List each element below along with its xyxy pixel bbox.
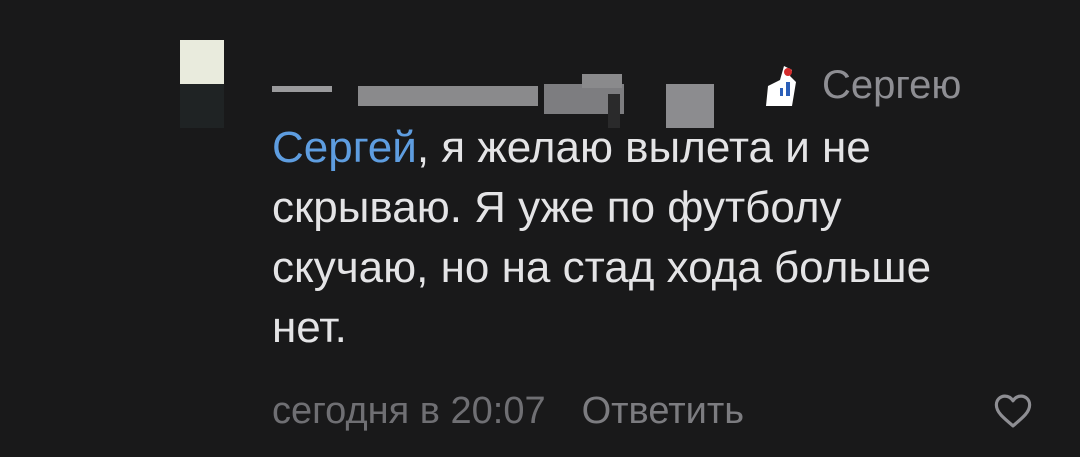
avatar-top-redacted (180, 40, 224, 84)
avatar-bottom-redacted (180, 84, 224, 128)
team-emblem-icon (762, 62, 808, 108)
reply-to-name: Сергею (822, 63, 962, 107)
reply-to-indicator[interactable]: Сергею (762, 60, 961, 110)
comment-text: Сергей, я желаю вылета и не скрываю. Я у… (272, 118, 992, 358)
mention-link[interactable]: Сергей (272, 123, 417, 172)
heart-outline-icon[interactable] (992, 390, 1034, 432)
reply-button[interactable]: Ответить (582, 386, 744, 436)
avatar[interactable] (180, 40, 224, 128)
timestamp: сегодня в 20:07 (272, 390, 546, 432)
comment-item: Сергею Сергей, я желаю вылета и не скрыв… (0, 0, 1080, 457)
comment-footer: сегодня в 20:07 Ответить (272, 386, 1042, 436)
comment-header: Сергею (272, 56, 1052, 128)
author-name-redacted[interactable] (272, 56, 792, 128)
